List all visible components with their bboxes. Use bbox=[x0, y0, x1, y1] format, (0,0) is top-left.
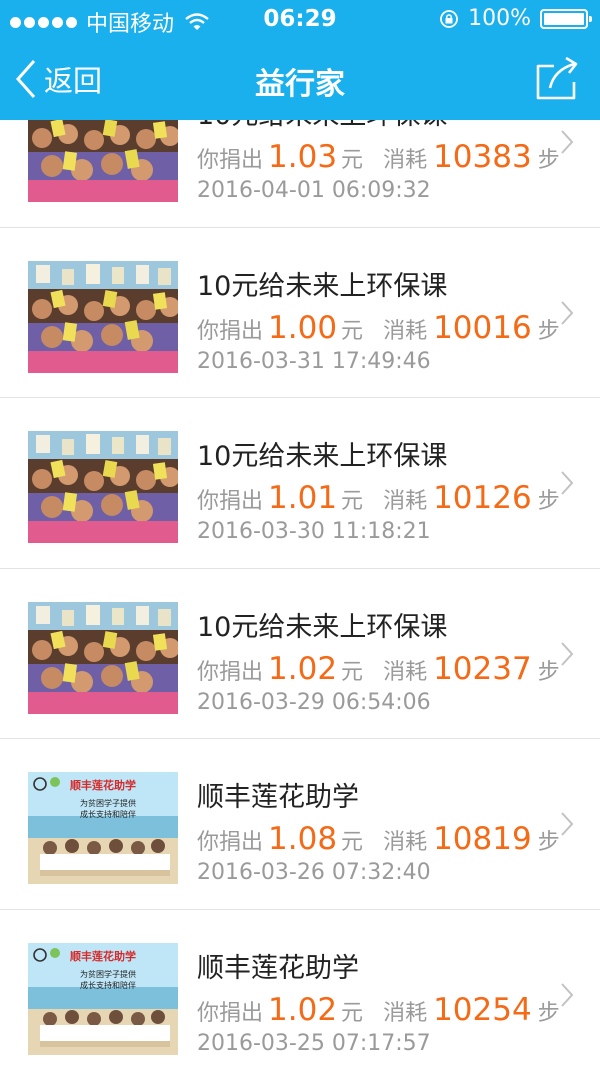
navigation-bar: 返回 益行家 bbox=[0, 38, 600, 120]
beach-students-image: 顺丰莲花助学 为贫困学子提供 成长支持和陪伴 bbox=[28, 942, 178, 1055]
project-title: 10元给未来上环保课 bbox=[197, 441, 448, 472]
donate-label: 你捐出 bbox=[197, 489, 264, 514]
chevron-right-icon bbox=[561, 130, 574, 154]
status-right: 100% bbox=[439, 6, 592, 31]
donation-time: 2016-03-30 11:18:21 bbox=[197, 519, 431, 544]
app-header: 中国移动 06:29 100% 返回 益行家 bbox=[0, 0, 600, 120]
project-thumbnail bbox=[28, 601, 178, 714]
donation-meta: 你捐出 1.01 元 消耗 10126 步 bbox=[197, 480, 560, 516]
kids-books-image bbox=[28, 431, 178, 543]
donation-meta: 你捐出 1.03 元 消耗 10383 步 bbox=[197, 139, 560, 175]
amount-unit: 元 bbox=[341, 1000, 364, 1026]
donation-amount: 1.02 bbox=[268, 650, 338, 687]
thumb-caption-title: 顺丰莲花助学 bbox=[70, 778, 136, 792]
project-title: 顺丰莲花助学 bbox=[197, 782, 359, 813]
donation-amount: 1.08 bbox=[268, 821, 338, 857]
list-item[interactable]: 顺丰莲花助学 为贫困学子提供 成长支持和陪伴 顺丰莲花助学 你捐出 1.02 元… bbox=[0, 910, 600, 1065]
list-item[interactable]: 10元给未来上环保课 你捐出 1.02 元 消耗 10237 步 2016-03… bbox=[0, 569, 600, 739]
consume-label: 消耗 bbox=[383, 830, 428, 855]
donation-time: 2016-03-26 07:32:40 bbox=[197, 860, 431, 885]
project-title: 10元给未来上环保课 bbox=[197, 270, 448, 302]
donation-meta: 你捐出 1.02 元 消耗 10254 步 bbox=[197, 992, 560, 1028]
thumb-caption-line: 成长支持和陪伴 bbox=[80, 980, 136, 990]
status-bar: 中国移动 06:29 100% bbox=[0, 0, 600, 38]
donate-label: 你捐出 bbox=[197, 148, 264, 173]
donate-label: 你捐出 bbox=[197, 318, 264, 344]
page-title: 益行家 bbox=[255, 67, 345, 102]
donation-time: 2016-03-29 06:54:06 bbox=[197, 689, 431, 715]
thumb-caption-line: 成长支持和陪伴 bbox=[80, 809, 136, 819]
rotation-lock-icon bbox=[440, 9, 458, 28]
chevron-right-icon bbox=[561, 471, 574, 495]
beach-students-image: 顺丰莲花助学 为贫困学子提供 成长支持和陪伴 bbox=[28, 772, 178, 884]
steps-unit: 步 bbox=[537, 489, 560, 514]
list-item[interactable]: 顺丰莲花助学 为贫困学子提供 成长支持和陪伴 顺丰莲花助学 你捐出 1.08 元… bbox=[0, 739, 600, 910]
donate-label: 你捐出 bbox=[197, 830, 264, 855]
chevron-right-icon bbox=[561, 641, 574, 666]
donation-meta: 你捐出 1.08 元 消耗 10819 步 bbox=[197, 821, 560, 857]
amount-unit: 元 bbox=[341, 318, 364, 344]
kids-books-image bbox=[28, 601, 178, 714]
steps-unit: 步 bbox=[537, 1000, 560, 1026]
amount-unit: 元 bbox=[341, 148, 364, 173]
donate-label: 你捐出 bbox=[197, 659, 264, 685]
project-thumbnail bbox=[28, 260, 178, 373]
consume-label: 消耗 bbox=[383, 318, 428, 344]
consume-label: 消耗 bbox=[383, 1000, 428, 1026]
step-count: 10016 bbox=[433, 309, 532, 346]
project-thumbnail bbox=[28, 431, 178, 543]
step-count: 10383 bbox=[433, 139, 532, 175]
chevron-right-icon bbox=[561, 982, 574, 1007]
donate-label: 你捐出 bbox=[197, 1000, 264, 1026]
donation-amount: 1.02 bbox=[268, 991, 338, 1028]
step-count: 10126 bbox=[433, 480, 532, 516]
amount-unit: 元 bbox=[341, 830, 364, 855]
steps-unit: 步 bbox=[537, 148, 560, 173]
step-count: 10819 bbox=[433, 821, 532, 857]
project-thumbnail: 顺丰莲花助学 为贫困学子提供 成长支持和陪伴 bbox=[28, 942, 178, 1055]
donation-amount: 1.00 bbox=[268, 309, 338, 346]
share-icon[interactable] bbox=[532, 54, 582, 104]
donation-time: 2016-03-31 17:49:46 bbox=[197, 348, 431, 374]
consume-label: 消耗 bbox=[383, 148, 428, 173]
project-thumbnail: 顺丰莲花助学 为贫困学子提供 成长支持和陪伴 bbox=[28, 772, 178, 884]
project-title: 顺丰莲花助学 bbox=[197, 952, 359, 984]
steps-unit: 步 bbox=[537, 318, 560, 344]
kids-books-image bbox=[28, 260, 178, 373]
consume-label: 消耗 bbox=[383, 659, 428, 685]
amount-unit: 元 bbox=[341, 659, 364, 685]
steps-unit: 步 bbox=[537, 659, 560, 685]
donation-time: 2016-04-01 06:09:32 bbox=[197, 178, 431, 203]
battery-icon bbox=[540, 8, 592, 29]
step-count: 10254 bbox=[433, 991, 532, 1028]
amount-unit: 元 bbox=[341, 489, 364, 514]
donation-amount: 1.03 bbox=[268, 139, 338, 175]
consume-label: 消耗 bbox=[383, 489, 428, 514]
chevron-right-icon bbox=[561, 812, 574, 836]
thumb-caption-line: 为贫困学子提供 bbox=[80, 798, 136, 808]
project-title: 10元给未来上环保课 bbox=[197, 611, 448, 643]
battery-percent: 100% bbox=[468, 6, 531, 31]
list-item[interactable]: 10元给未来上环保课 你捐出 1.00 元 消耗 10016 步 2016-03… bbox=[0, 228, 600, 398]
donation-meta: 你捐出 1.02 元 消耗 10237 步 bbox=[197, 651, 560, 687]
steps-unit: 步 bbox=[537, 830, 560, 855]
chevron-right-icon bbox=[561, 300, 574, 325]
donation-meta: 你捐出 1.00 元 消耗 10016 步 bbox=[197, 310, 560, 346]
donation-time: 2016-03-25 07:17:57 bbox=[197, 1030, 431, 1056]
donation-amount: 1.01 bbox=[268, 480, 338, 516]
step-count: 10237 bbox=[433, 650, 532, 687]
thumb-caption-line: 为贫困学子提供 bbox=[80, 969, 136, 979]
list-item[interactable]: 10元给未来上环保课 你捐出 1.01 元 消耗 10126 步 2016-03… bbox=[0, 398, 600, 569]
donation-list: 10元给未来上环保课 你捐出 1.03 元 消耗 10383 步 2016-04… bbox=[0, 57, 600, 1065]
thumb-caption-title: 顺丰莲花助学 bbox=[70, 949, 136, 963]
